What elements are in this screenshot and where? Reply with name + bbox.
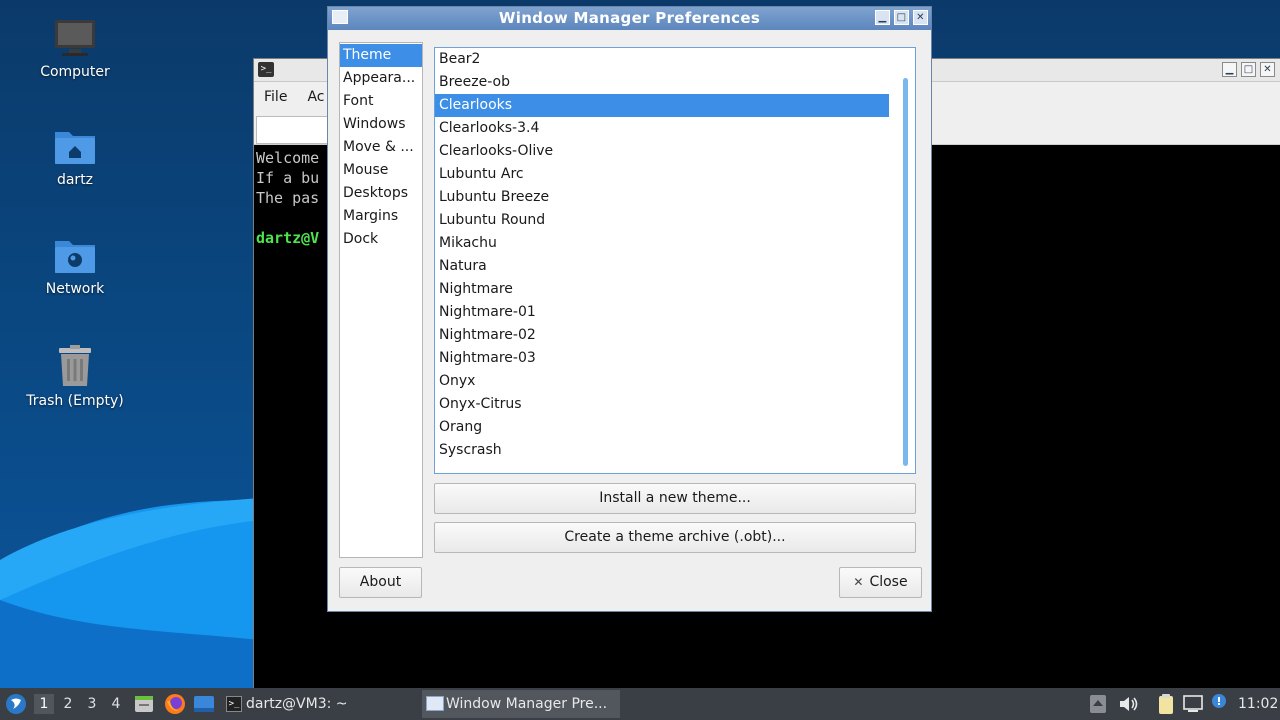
desktop-icon-home[interactable]: dartz [20,128,130,188]
close-icon: ✕ [1263,64,1272,75]
theme-item[interactable]: Bear2 [435,48,889,71]
desktop-icon-network[interactable]: Network [20,237,130,297]
theme-item[interactable]: Syscrash [435,439,889,462]
close-icon: ✕ [916,12,925,23]
terminal-minimize-button[interactable]: ▁ [1222,62,1237,77]
dialog-maximize-button[interactable]: □ [894,10,909,25]
terminal-icon: >_ [226,696,242,712]
trash-icon [59,345,91,386]
workspace-2[interactable]: 2 [58,694,78,714]
terminal-app-icon: >_ [258,62,274,77]
task-label: dartz@VM3: ~ [246,696,348,712]
theme-item[interactable]: Natura [435,255,889,278]
category-dock[interactable]: Dock [340,228,422,251]
workspace-3[interactable]: 3 [82,694,102,714]
terminal-maximize-button[interactable]: □ [1241,62,1256,77]
category-appearance[interactable]: Appeara... [340,67,422,90]
close-icon: ✕ [853,575,864,589]
taskbar: 1 2 3 4 >_ dartz@VM3: ~ Window Manager P… [0,688,1280,720]
window-icon [426,696,444,711]
workspace-4[interactable]: 4 [106,694,126,714]
menu-actions[interactable]: Ac [307,89,324,105]
theme-item[interactable]: Nightmare-03 [435,347,889,370]
theme-list[interactable]: Bear2 Breeze-ob Clearlooks Clearlooks-3.… [434,47,916,474]
clock[interactable]: 11:02 [1238,688,1278,720]
category-margins[interactable]: Margins [340,205,422,228]
wm-preferences-dialog[interactable]: Window Manager Preferences ▁ □ ✕ Theme A… [327,6,932,612]
dialog-title: Window Manager Preferences [498,9,761,27]
about-button[interactable]: About [339,567,422,598]
theme-item[interactable]: Lubuntu Round [435,209,889,232]
theme-item[interactable]: Lubuntu Breeze [435,186,889,209]
category-move-resize[interactable]: Move & ... [340,136,422,159]
category-windows[interactable]: Windows [340,113,422,136]
terminal-close-button[interactable]: ✕ [1260,62,1275,77]
maximize-icon: □ [1243,64,1254,75]
firefox-icon[interactable] [164,693,186,715]
theme-item[interactable]: Mikachu [435,232,889,255]
home-folder-icon [55,132,95,164]
create-archive-button[interactable]: Create a theme archive (.obt)... [434,522,916,553]
desktop-icon-label: Network [45,281,105,297]
theme-item[interactable]: Nightmare-02 [435,324,889,347]
menu-file[interactable]: File [264,89,287,105]
dialog-close-button[interactable]: ✕ [913,10,928,25]
clipboard-icon[interactable] [1156,693,1176,715]
file-manager-icon[interactable] [134,694,154,714]
install-theme-button[interactable]: Install a new theme... [434,483,916,514]
dialog-minimize-button[interactable]: ▁ [875,10,890,25]
theme-item[interactable]: Orang [435,416,889,439]
network-folder-icon [55,241,95,273]
close-button[interactable]: ✕ Close [839,567,922,598]
notification-icon[interactable] [1209,692,1229,712]
task-terminal[interactable]: >_ dartz@VM3: ~ [222,690,418,718]
category-font[interactable]: Font [340,90,422,113]
maximize-icon: □ [896,12,907,23]
theme-item[interactable]: Breeze-ob [435,71,889,94]
category-mouse[interactable]: Mouse [340,159,422,182]
close-button-label: Close [869,574,908,590]
window-app-icon [332,10,348,24]
theme-item[interactable]: Clearlooks-3.4 [435,117,889,140]
desktop-icon-computer[interactable]: Computer [20,18,130,80]
volume-icon[interactable] [1118,695,1138,713]
desktop-icon-label: Trash (Empty) [26,393,124,409]
theme-item[interactable]: Onyx [435,370,889,393]
theme-item[interactable]: Nightmare [435,278,889,301]
theme-item-selected[interactable]: Clearlooks [435,94,889,117]
minimize-icon: ▁ [1225,64,1234,75]
task-wm-preferences[interactable]: Window Manager Pre... [422,690,620,718]
network-status-icon[interactable] [1182,694,1204,714]
category-list: Theme Appeara... Font Windows Move & ...… [339,42,423,558]
task-label: Window Manager Pre... [446,696,608,712]
category-desktops[interactable]: Desktops [340,182,422,205]
desktop-icon-trash[interactable]: Trash (Empty) [20,345,130,409]
category-theme[interactable]: Theme [340,44,422,67]
desktop-icon-label: dartz [56,172,94,188]
minimize-icon: ▁ [878,12,887,23]
desktop-icon-label: Computer [40,64,110,80]
terminal-tab[interactable] [256,116,328,144]
theme-item[interactable]: Nightmare-01 [435,301,889,324]
dialog-titlebar[interactable]: Window Manager Preferences ▁ □ ✕ [328,7,931,30]
tray-up-arrow-icon[interactable] [1090,695,1106,713]
theme-list-scrollbar[interactable] [903,78,908,466]
show-desktop-icon[interactable] [193,694,215,714]
workspace-1[interactable]: 1 [34,694,54,714]
computer-icon [55,20,95,56]
theme-item[interactable]: Onyx-Citrus [435,393,889,416]
theme-item[interactable]: Clearlooks-Olive [435,140,889,163]
start-menu-icon[interactable] [5,693,27,715]
theme-item[interactable]: Lubuntu Arc [435,163,889,186]
